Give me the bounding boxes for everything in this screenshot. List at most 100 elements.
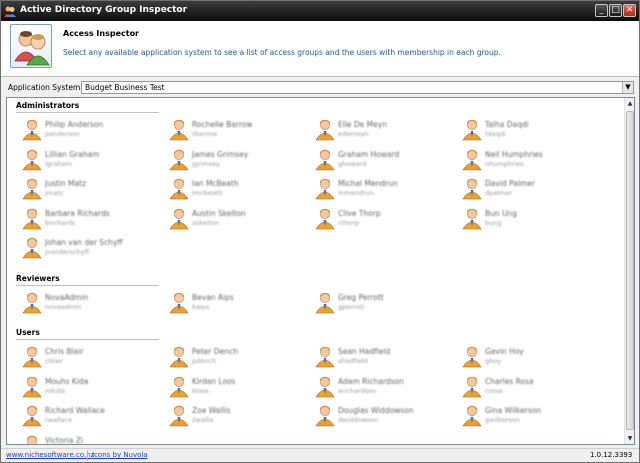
user-login: arichardson	[338, 386, 377, 395]
header-panel: Access Inspector Select any available ap…	[1, 21, 639, 77]
vertical-scrollbar[interactable]: ▲ ▼	[624, 98, 634, 444]
user-item[interactable]: Charles Rosa crosa	[461, 373, 601, 399]
group-divider	[16, 284, 159, 286]
user-item[interactable]: Rochelle Barrow rbarrow	[168, 116, 308, 142]
user-login: cblair	[45, 357, 63, 365]
scrollbar-thumb[interactable]	[626, 111, 634, 430]
icons-credit-link[interactable]: Icons by Nuvola	[92, 451, 148, 459]
user-item[interactable]: Michal Mendrun mmendrun	[314, 175, 454, 201]
user-item[interactable]: Douglas Widdowson dwiddowson	[314, 402, 454, 428]
user-item[interactable]: Richard Wallace rwallace	[21, 402, 161, 428]
application-system-select[interactable]: Budget Business Test ▼	[81, 81, 634, 94]
status-separator	[87, 450, 88, 461]
user-item[interactable]: Neil Humphries nhumphries	[461, 146, 601, 172]
user-login: bung	[485, 218, 502, 227]
user-login: dpalmer	[485, 189, 513, 197]
user-item[interactable]: Justin Matz jmatz	[21, 175, 161, 201]
user-login: imcbeath	[192, 189, 223, 197]
version-label: 1.0.12.3393	[590, 451, 633, 459]
user-login: brichards	[45, 218, 76, 227]
maximize-button[interactable]: □	[609, 4, 622, 17]
user-name: Mouhs Kida	[45, 376, 89, 386]
user-item[interactable]: Gina Wilkerson gwilkerson	[461, 402, 601, 428]
group-divider	[16, 339, 159, 340]
user-name: Victoria Zi	[45, 435, 84, 445]
user-name: Talha Daqdi	[485, 120, 529, 129]
user-item[interactable]: Gavin Hoy ghoy	[461, 343, 601, 369]
user-item[interactable]: James Grimsey jgrimsey	[168, 146, 308, 172]
close-button[interactable]: ✕	[623, 4, 636, 17]
user-name: Philip Anderson	[45, 120, 104, 129]
user-item[interactable]: Chris Blair cblair	[21, 343, 161, 369]
user-item[interactable]: Talha Daqdi tdaqdi	[461, 116, 601, 142]
user-item[interactable]: Greg Perrott gperrott	[314, 289, 454, 315]
user-name: Michal Mendrun	[338, 179, 398, 188]
user-item[interactable]: Kirdan Loos kloos	[168, 373, 308, 399]
user-item[interactable]: Lillian Graham lgraham	[21, 146, 161, 172]
user-item[interactable]: Austin Skelton askelton	[168, 205, 308, 231]
user-name: Lillian Graham	[45, 149, 100, 159]
user-name: Bun Ung	[485, 208, 518, 218]
group-membership-list[interactable]: ▲ ▼ Administrators Philip Anderson panders…	[6, 97, 635, 445]
user-name: Douglas Widdowson	[338, 406, 414, 415]
user-item[interactable]: Zoe Wallis zwallis	[168, 402, 308, 428]
user-name: Elle De Meyn	[338, 120, 387, 129]
user-name: David Palmer	[485, 179, 535, 188]
application-system-label: Application System	[8, 83, 81, 92]
user-login: novaadmin	[45, 302, 82, 311]
user-item[interactable]: Victoria Zi	[21, 432, 161, 445]
user-item[interactable]: NovaAdmin novaadmin	[21, 289, 161, 315]
title-bar[interactable]: Active Directory Group Inspector _ □ ✕	[1, 1, 639, 21]
user-name: Peter Dench	[192, 347, 238, 356]
user-item[interactable]: Elle De Meyn edemeyn	[314, 116, 454, 142]
user-name: Barbara Richards	[45, 208, 110, 218]
user-item[interactable]: David Palmer dpalmer	[461, 175, 601, 201]
scroll-down-icon[interactable]: ▼	[625, 433, 634, 444]
user-name: Greg Perrott	[338, 292, 384, 302]
user-login: jvanderschyff	[45, 248, 89, 256]
dropdown-arrow-icon[interactable]: ▼	[622, 82, 633, 93]
user-item[interactable]: Clive Thorp cthorp	[314, 205, 454, 231]
user-item[interactable]: Graham Howard ghoward	[314, 146, 454, 172]
user-login: askelton	[192, 218, 220, 227]
user-item[interactable]: Bun Ung bung	[461, 205, 601, 231]
group-divider	[16, 112, 159, 113]
user-name: Gina Wilkerson	[485, 406, 542, 415]
user-name: Ian McBeath	[192, 179, 239, 188]
page-description: Select any available application system …	[63, 48, 501, 57]
user-name: Austin Skelton	[192, 208, 246, 218]
user-item[interactable]: Bevan Aips baips	[168, 289, 308, 315]
user-login: cthorp	[338, 218, 360, 227]
user-item[interactable]: Philip Anderson panderson	[21, 116, 161, 142]
user-login: crosa	[485, 386, 503, 395]
scroll-up-icon[interactable]: ▲	[625, 98, 634, 109]
user-name: Johan van der Schyff	[45, 238, 123, 247]
user-login: tdaqdi	[485, 130, 506, 138]
user-login: ghoward	[338, 159, 367, 168]
user-name: Neil Humphries	[485, 149, 543, 159]
group-title: Administrators	[16, 101, 80, 110]
user-item[interactable]: Mouhs Kida mkida	[21, 373, 161, 399]
application-system-value: Budget Business Test	[85, 83, 165, 92]
user-name: Kirdan Loos	[192, 376, 236, 386]
user-item[interactable]: Ian McBeath imcbeath	[168, 175, 308, 201]
user-login: lgraham	[45, 159, 73, 168]
user-name: Gavin Hoy	[485, 347, 524, 356]
group-title: Users	[16, 328, 40, 337]
user-name: James Grimsey	[192, 149, 249, 159]
user-item[interactable]: Barbara Richards brichards	[21, 205, 161, 231]
user-name: Sean Hadfield	[338, 347, 391, 356]
user-login: edemeyn	[338, 130, 369, 138]
user-name: Bevan Aips	[192, 292, 234, 302]
user-login: zwallis	[192, 416, 214, 424]
user-login: rwallace	[45, 416, 73, 424]
user-login: mmendrun	[338, 189, 374, 197]
user-item[interactable]: Johan van der Schyff jvanderschyff	[21, 234, 161, 260]
user-item[interactable]: Adam Richardson arichardson	[314, 373, 454, 399]
group-title: Reviewers	[16, 273, 60, 283]
minimize-button[interactable]: _	[595, 4, 608, 17]
user-login: gperrott	[338, 302, 365, 311]
user-item[interactable]: Sean Hadfield shadfield	[314, 343, 454, 369]
website-link[interactable]: www.nichesoftware.co.nz	[6, 451, 94, 459]
user-item[interactable]: Peter Dench pdench	[168, 343, 308, 369]
